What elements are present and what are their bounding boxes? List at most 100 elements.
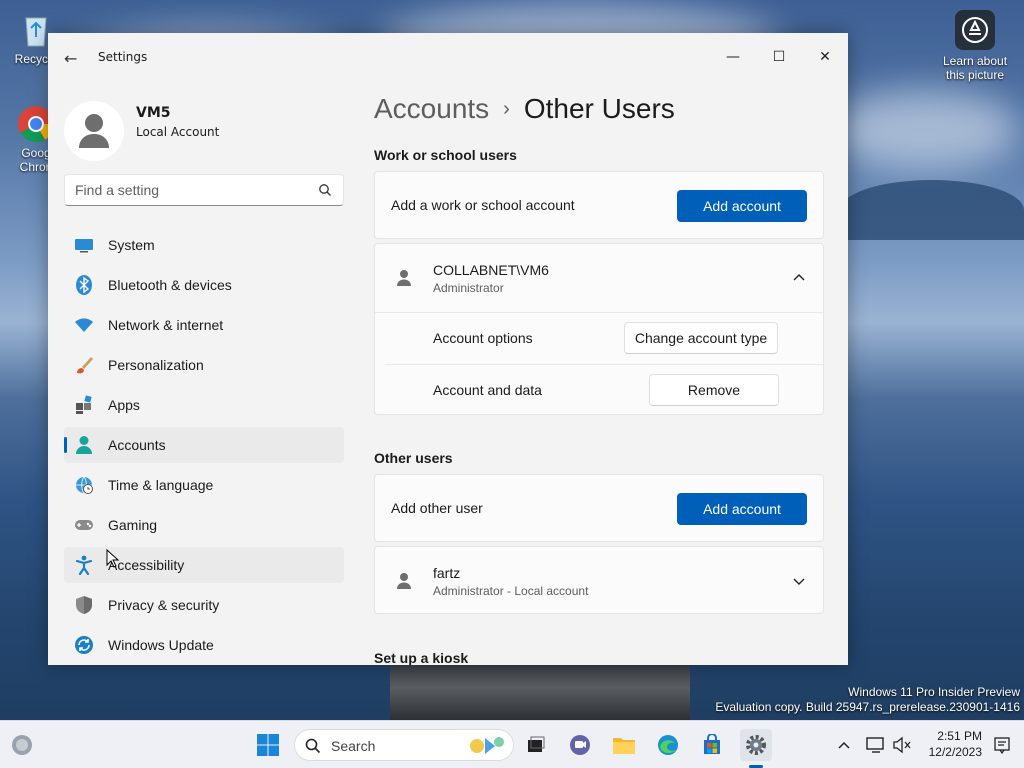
bluetooth-icon [74,275,94,295]
settings-app-icon[interactable] [740,729,772,761]
close-button[interactable]: ✕ [802,41,848,73]
file-explorer-icon[interactable] [608,729,640,761]
sidebar-item-label: Accounts [108,437,166,453]
mouse-cursor-icon [106,549,120,568]
minimize-button[interactable]: — [710,41,756,73]
breadcrumb-parent[interactable]: Accounts [374,93,489,124]
chevron-up-icon[interactable] [791,270,807,286]
camera-icon [955,10,995,50]
sidebar-item-label: Privacy & security [108,597,220,613]
add-work-account-card: Add a work or school account Add account [374,171,824,239]
background-cloud [830,90,1020,170]
edge-browser-icon[interactable] [652,729,684,761]
sidebar-item-accounts[interactable]: Accounts [64,427,344,463]
search-icon[interactable] [318,183,332,197]
other-user-card[interactable]: fartz Administrator - Local account [374,546,824,614]
sidebar-item-personalization[interactable]: Personalization [64,347,344,383]
search-highlight-icon [470,737,504,754]
account-options-label: Account options [433,330,533,346]
taskbar-search[interactable]: Search [294,729,514,761]
background-hills [840,180,1024,240]
learn-about-label: Learn about this picture [942,54,1008,82]
gamepad-icon [74,515,94,535]
sidebar-item-label: Time & language [108,477,214,493]
change-account-type-button[interactable]: Change account type [624,322,778,354]
sidebar-item-label: Bluetooth & devices [108,277,232,293]
accessibility-icon [74,555,94,575]
start-button[interactable] [252,729,284,761]
shield-icon [74,595,94,615]
maximize-button[interactable]: ☐ [756,41,802,73]
teams-chat-icon[interactable] [564,729,596,761]
sidebar-item-system[interactable]: System [64,227,344,263]
work-user-role: Administrator [433,281,504,295]
update-icon [74,635,94,655]
show-hidden-icons-chevron-icon[interactable] [828,729,860,761]
section-work-school: Work or school users [374,147,517,163]
person-icon [397,270,411,286]
search-icon [305,738,321,754]
taskbar: Search 2:51 PM 12/2/2023 [0,720,1024,768]
sidebar-item-label: Windows Update [108,637,214,653]
other-user-role: Administrator - Local account [433,584,589,598]
user-avatar-icon [79,114,109,148]
sidebar-item-privacy-security[interactable]: Privacy & security [64,587,344,623]
sidebar-item-gaming[interactable]: Gaming [64,507,344,543]
profile-account-type: Local Account [136,125,220,139]
add-other-user-button[interactable]: Add account [677,493,807,525]
remove-account-button[interactable]: Remove [649,374,779,406]
task-view-icon[interactable] [520,729,552,761]
volume-muted-icon[interactable] [886,729,918,761]
sidebar-item-label: Personalization [108,357,204,373]
accounts-icon [74,435,94,455]
wifi-icon [74,315,94,335]
microsoft-store-icon[interactable] [696,729,728,761]
add-work-account-button[interactable]: Add account [677,190,807,222]
sidebar-item-time-language[interactable]: Time & language [64,467,344,503]
learn-about-picture[interactable]: Learn about this picture [940,10,1010,82]
avatar [64,101,124,161]
windows-logo-icon [257,734,279,756]
windows-watermark: Windows 11 Pro Insider Preview Evaluatio… [715,685,1020,715]
sidebar-item-label: Apps [108,397,140,413]
work-user-header[interactable]: COLLABNET\VM6 Administrator [375,244,823,312]
sidebar-item-apps[interactable]: Apps [64,387,344,423]
system-clock[interactable]: 2:51 PM 12/2/2023 [922,728,982,760]
chevron-down-icon[interactable] [791,573,807,589]
add-other-user-label: Add other user [391,500,483,516]
window-title: Settings [98,50,148,64]
sidebar-nav: System Bluetooth & devices Network & int… [64,227,344,665]
breadcrumb-separator-icon: › [503,98,510,120]
add-work-account-label: Add a work or school account [391,197,575,213]
clock-date: 12/2/2023 [928,745,982,759]
breadcrumb: Accounts › Other Users [374,93,675,125]
system-icon [74,235,94,255]
work-user-name: COLLABNET\VM6 [433,262,549,278]
sidebar-item-bluetooth[interactable]: Bluetooth & devices [64,267,344,303]
watermark-line1: Windows 11 Pro Insider Preview [848,685,1020,699]
work-user-card: COLLABNET\VM6 Administrator Account opti… [374,243,824,415]
section-other-users: Other users [374,450,453,466]
title-bar[interactable]: ← Settings — ☐ ✕ [48,33,848,81]
brush-icon [74,355,94,375]
sidebar-item-windows-update[interactable]: Windows Update [64,627,344,663]
gear-icon [746,735,766,755]
search-input[interactable] [64,174,344,206]
other-user-name: fartz [433,565,461,581]
person-icon [397,573,411,589]
add-other-user-card: Add other user Add account [374,474,824,542]
widgets-weather-icon[interactable] [6,729,38,761]
apps-icon [74,395,94,415]
sidebar-item-network[interactable]: Network & internet [64,307,344,343]
notification-icon[interactable] [986,729,1018,761]
clock-time: 2:51 PM [937,729,982,743]
sidebar-item-label: Network & internet [108,317,224,333]
taskbar-search-label: Search [331,738,376,754]
page-title: Other Users [523,93,675,124]
watermark-line2: Evaluation copy. Build 25947.rs_prerelea… [715,700,1020,714]
back-arrow-icon[interactable]: ← [64,49,77,68]
profile-name: VM5 [136,105,171,121]
sidebar-item-label: Gaming [108,517,158,533]
account-data-label: Account and data [433,382,542,398]
settings-window: ← Settings — ☐ ✕ VM5 Local Account Syste… [48,33,848,665]
